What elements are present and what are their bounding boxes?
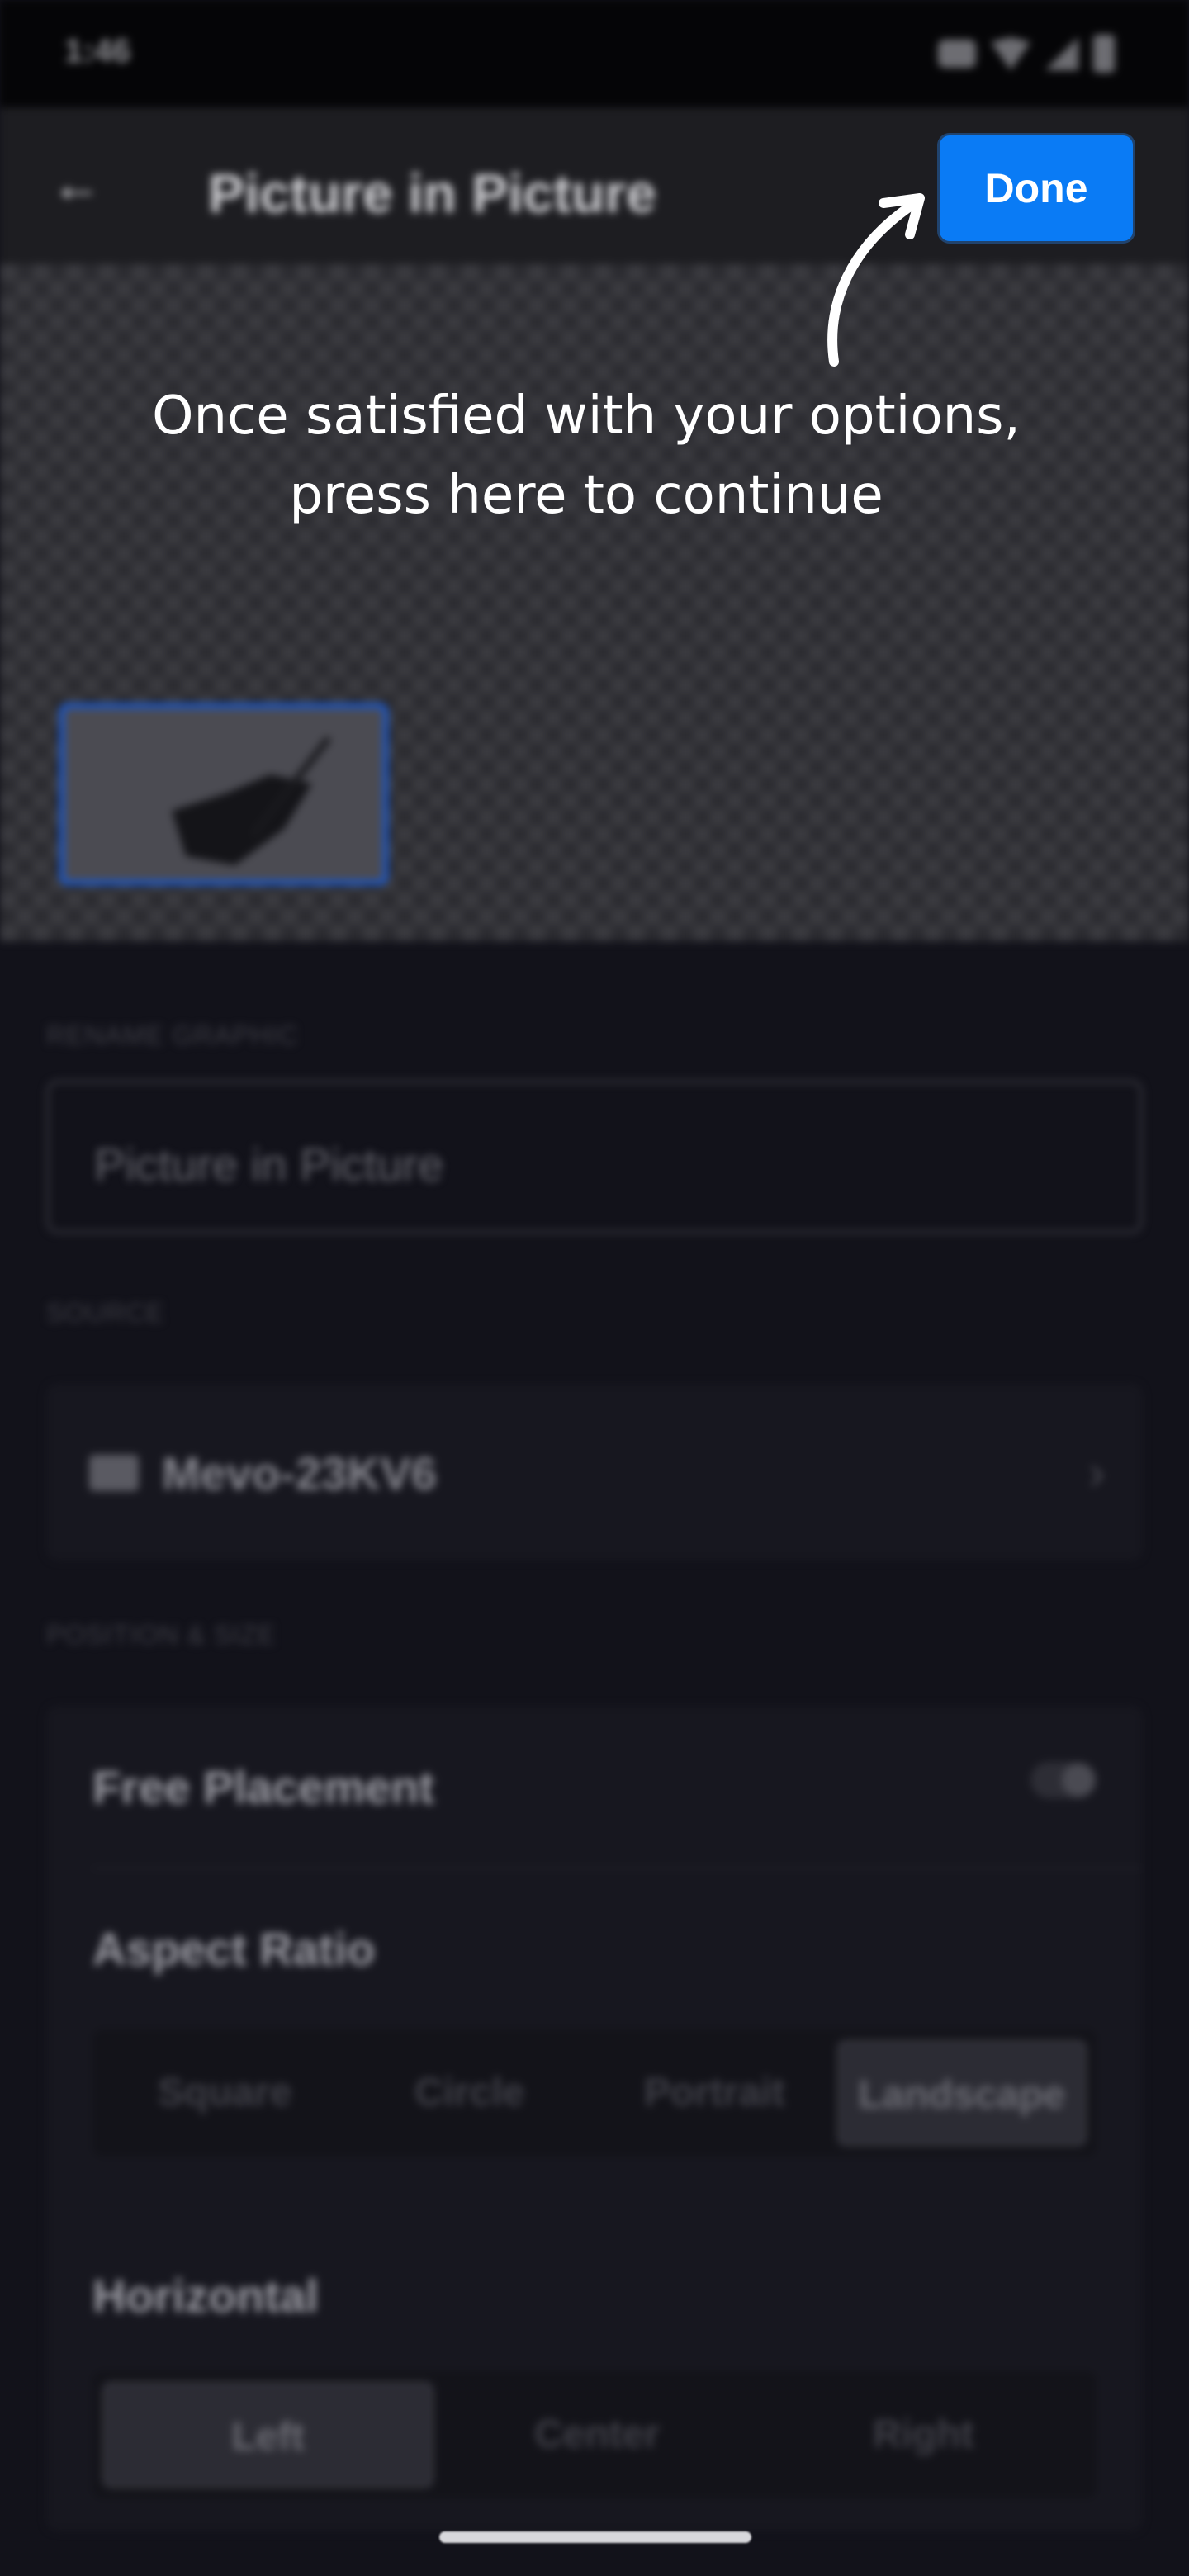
aspect-ratio-segmented-control: Square Circle Portrait Landscape bbox=[92, 2029, 1097, 2157]
page-title: Picture in Picture bbox=[208, 163, 656, 224]
position-section-label: POSITION & SIZE bbox=[46, 1620, 277, 1650]
rename-section-label: RENAME GRAPHIC bbox=[46, 1020, 299, 1050]
source-name: Mevo-23KV6 bbox=[162, 1447, 438, 1499]
horizontal-option-center[interactable]: Center bbox=[433, 2382, 760, 2488]
rename-field[interactable]: Picture in Picture bbox=[46, 1080, 1143, 1234]
horizontal-option-left[interactable]: Left bbox=[102, 2382, 434, 2488]
horizontal-segmented-control: Left Center Right bbox=[92, 2371, 1097, 2498]
graphic-preview bbox=[0, 264, 1189, 941]
divider bbox=[92, 1868, 1143, 1869]
free-placement-label: Free Placement bbox=[92, 1761, 434, 1813]
aspect-ratio-option-square[interactable]: Square bbox=[102, 2040, 348, 2146]
horizontal-option-right[interactable]: Right bbox=[760, 2382, 1087, 2488]
status-icons bbox=[938, 35, 1115, 73]
hint-arrow-icon bbox=[827, 193, 925, 367]
pip-thumbnail[interactable] bbox=[59, 703, 388, 885]
aspect-ratio-label: Aspect Ratio bbox=[92, 1923, 376, 1975]
camera-icon bbox=[89, 1455, 139, 1491]
home-indicator[interactable] bbox=[439, 2531, 751, 2543]
aspect-ratio-option-circle[interactable]: Circle bbox=[348, 2040, 593, 2146]
tutorial-hint-text: Once satisfied with your options, press … bbox=[116, 376, 1057, 535]
hint-line-2: press here to continue bbox=[289, 465, 883, 526]
cell-signal-icon bbox=[1045, 37, 1078, 70]
source-section-label: SOURCE bbox=[46, 1298, 164, 1328]
wifi-icon bbox=[991, 37, 1030, 70]
rename-value: Picture in Picture bbox=[94, 1139, 444, 1191]
horizontal-label: Horizontal bbox=[92, 2270, 319, 2322]
aspect-ratio-option-landscape[interactable]: Landscape bbox=[836, 2040, 1087, 2146]
source-selector[interactable]: Mevo-23KV6 › bbox=[46, 1384, 1143, 1560]
position-size-card: Free Placement Aspect Ratio Square Circl… bbox=[46, 1706, 1143, 2531]
toggle-knob bbox=[1062, 1764, 1095, 1797]
hint-line-1: Once satisfied with your options, bbox=[152, 386, 1021, 447]
status-bar: 1:46 bbox=[0, 0, 1189, 107]
free-placement-toggle[interactable] bbox=[1030, 1762, 1097, 1798]
done-button[interactable]: Done bbox=[940, 135, 1133, 241]
battery-icon bbox=[1093, 35, 1115, 73]
status-time: 1:46 bbox=[64, 33, 131, 69]
work-profile-icon bbox=[938, 40, 976, 68]
aspect-ratio-option-portrait[interactable]: Portrait bbox=[592, 2040, 837, 2146]
back-arrow-icon[interactable]: ← bbox=[51, 159, 104, 211]
chevron-right-icon: › bbox=[1088, 1446, 1105, 1499]
